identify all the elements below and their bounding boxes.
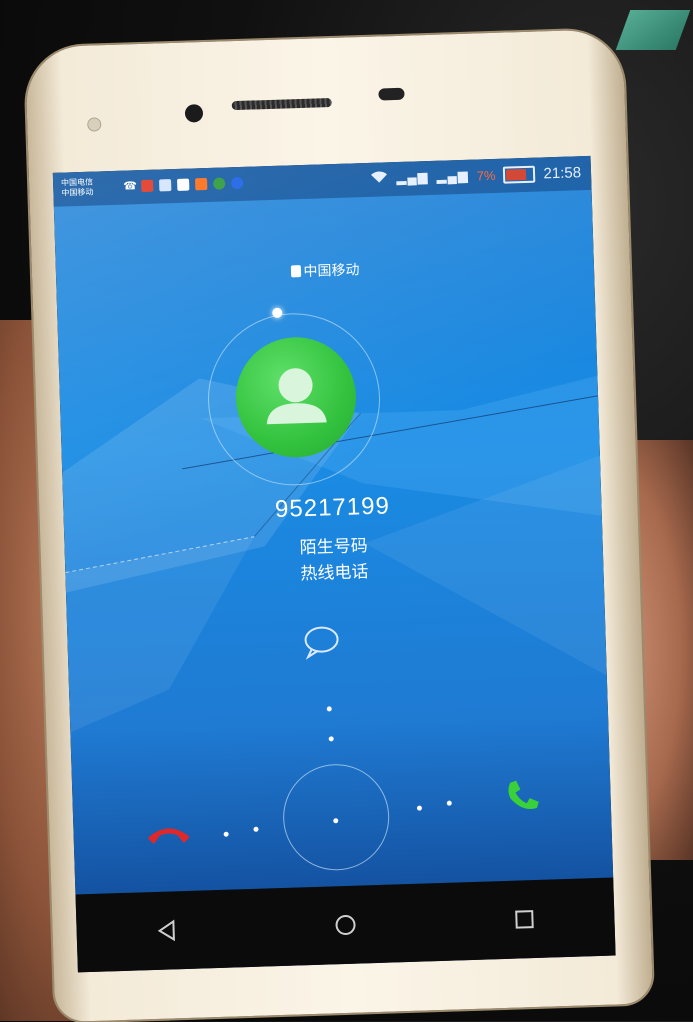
back-triangle-icon[interactable] — [146, 910, 187, 951]
slide-handle-center — [333, 818, 339, 824]
hang-up-icon — [147, 828, 190, 844]
person-icon — [266, 368, 327, 425]
notification-icons: ☎ — [123, 176, 244, 193]
calendar-icon — [177, 178, 190, 191]
earpiece-speaker — [231, 98, 332, 111]
app-icon — [141, 179, 154, 193]
signal-icon: ▂▄▆ — [436, 167, 469, 184]
light-sensor — [87, 117, 102, 132]
phone-answer-icon — [508, 780, 539, 810]
proximity-sensor — [378, 87, 405, 101]
mail-icon — [159, 179, 172, 192]
phone-body: 中国电信 中国移动 ☎ ▂▄▆ ▂▄▆ 7% 21:58 中国移动 952171… — [24, 28, 654, 1022]
carrier-label: 中国移动 — [303, 261, 360, 279]
swipe-hint-dot — [326, 706, 332, 712]
decline-call-button[interactable] — [143, 817, 194, 849]
message-icon[interactable] — [301, 624, 342, 661]
navigation-bar — [75, 877, 616, 973]
status-carriers: 中国电信 中国移动 — [61, 177, 118, 199]
signal-icon: ▂▄▆ — [396, 169, 429, 186]
status-carrier-2: 中国移动 — [61, 187, 94, 198]
status-right: ▂▄▆ ▂▄▆ 7% 21:58 — [370, 163, 581, 188]
front-camera — [184, 104, 204, 123]
phone-icon: ☎ — [123, 180, 138, 193]
home-circle-icon[interactable] — [325, 904, 366, 945]
clock: 21:58 — [543, 163, 582, 182]
chrome-icon — [213, 177, 226, 190]
app-icon — [195, 177, 208, 191]
app-icon — [231, 176, 244, 190]
battery-percent: 7% — [476, 167, 496, 183]
sim-icon — [290, 265, 301, 278]
screen: 中国电信 中国移动 ☎ ▂▄▆ ▂▄▆ 7% 21:58 中国移动 952171… — [52, 155, 616, 973]
accept-call-button[interactable] — [502, 776, 543, 817]
background-object — [615, 10, 691, 50]
wifi-icon — [370, 169, 389, 188]
contact-avatar — [234, 335, 358, 460]
recents-square-icon[interactable] — [504, 899, 545, 940]
battery-icon — [503, 165, 536, 184]
